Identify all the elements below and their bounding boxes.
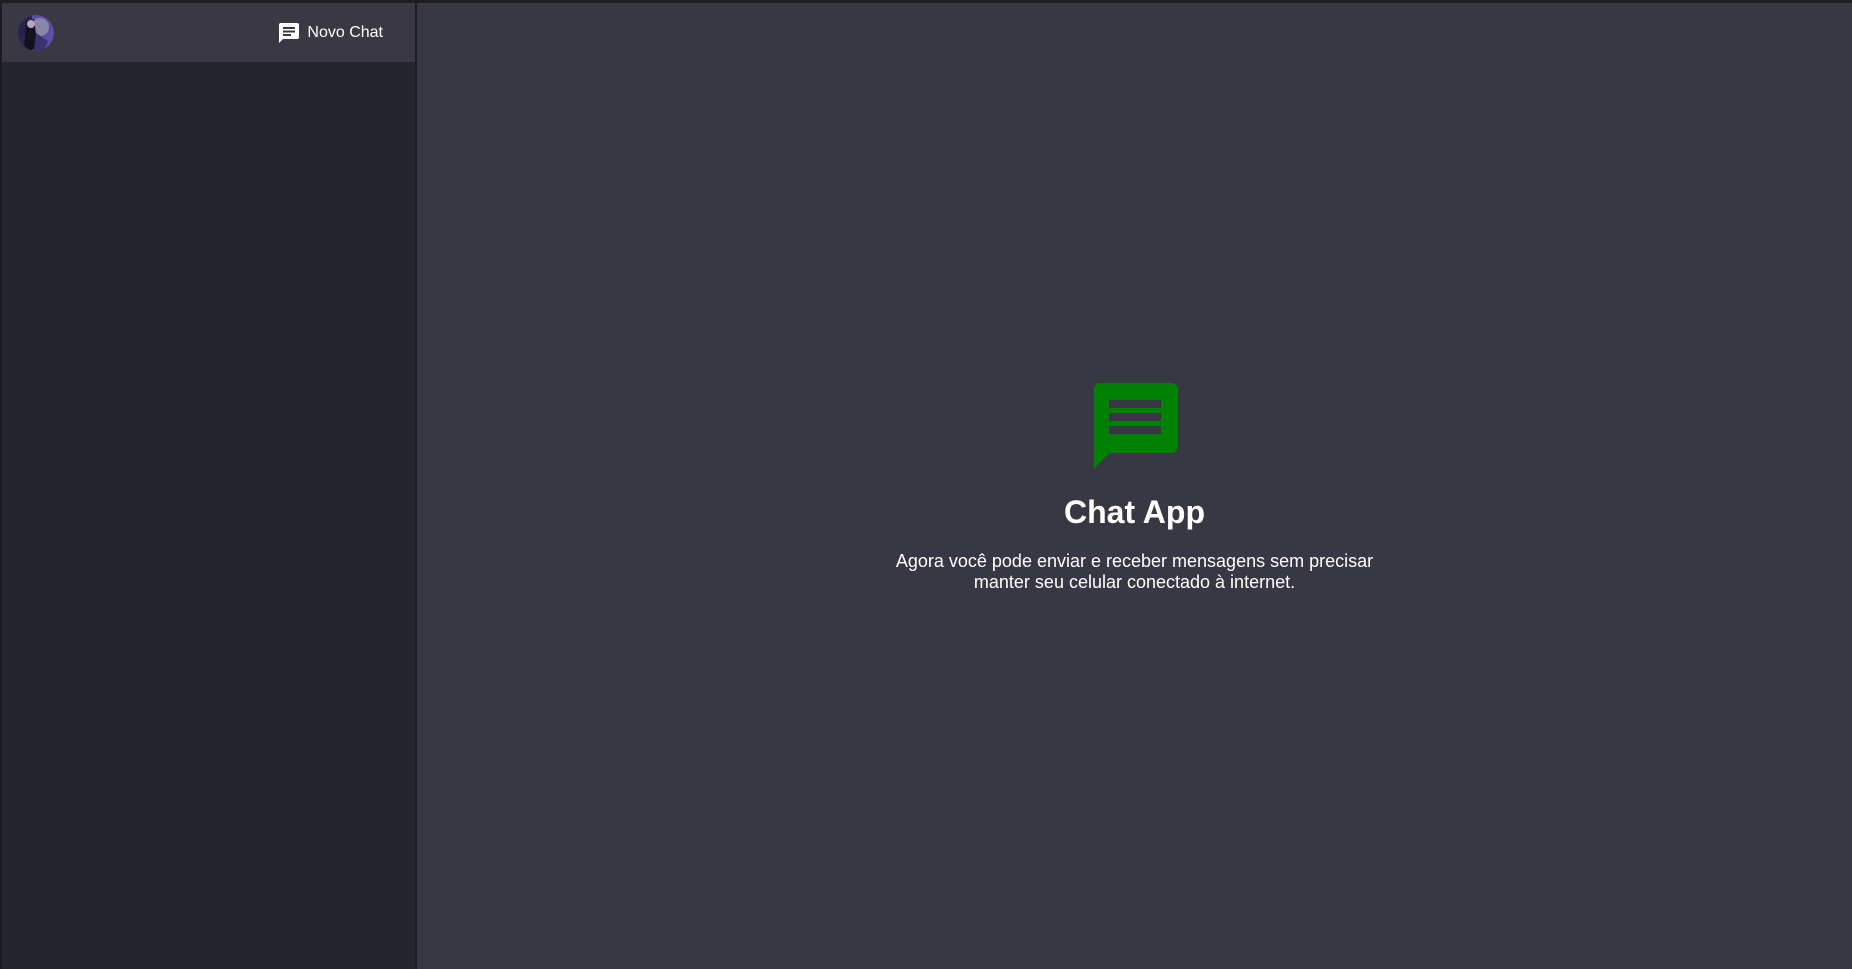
avatar-image bbox=[18, 14, 54, 51]
avatar[interactable] bbox=[18, 14, 54, 51]
welcome-screen: Chat App Agora você pode enviar e recebe… bbox=[417, 383, 1852, 593]
new-chat-button[interactable]: Novo Chat bbox=[277, 21, 383, 45]
chat-bubble-icon bbox=[1092, 383, 1178, 469]
welcome-text: Agora você pode enviar e receber mensage… bbox=[895, 551, 1374, 592]
welcome-title: Chat App bbox=[1063, 494, 1205, 530]
sidebar-header: Novo Chat bbox=[2, 3, 415, 62]
chat-bubble-icon bbox=[277, 21, 301, 45]
sidebar: Novo Chat bbox=[2, 3, 417, 969]
main-panel: Chat App Agora você pode enviar e recebe… bbox=[417, 3, 1852, 969]
new-chat-label: Novo Chat bbox=[307, 23, 383, 41]
chat-list bbox=[2, 62, 415, 969]
app-window: Novo Chat Chat App Agora você pode envia… bbox=[0, 0, 1852, 969]
